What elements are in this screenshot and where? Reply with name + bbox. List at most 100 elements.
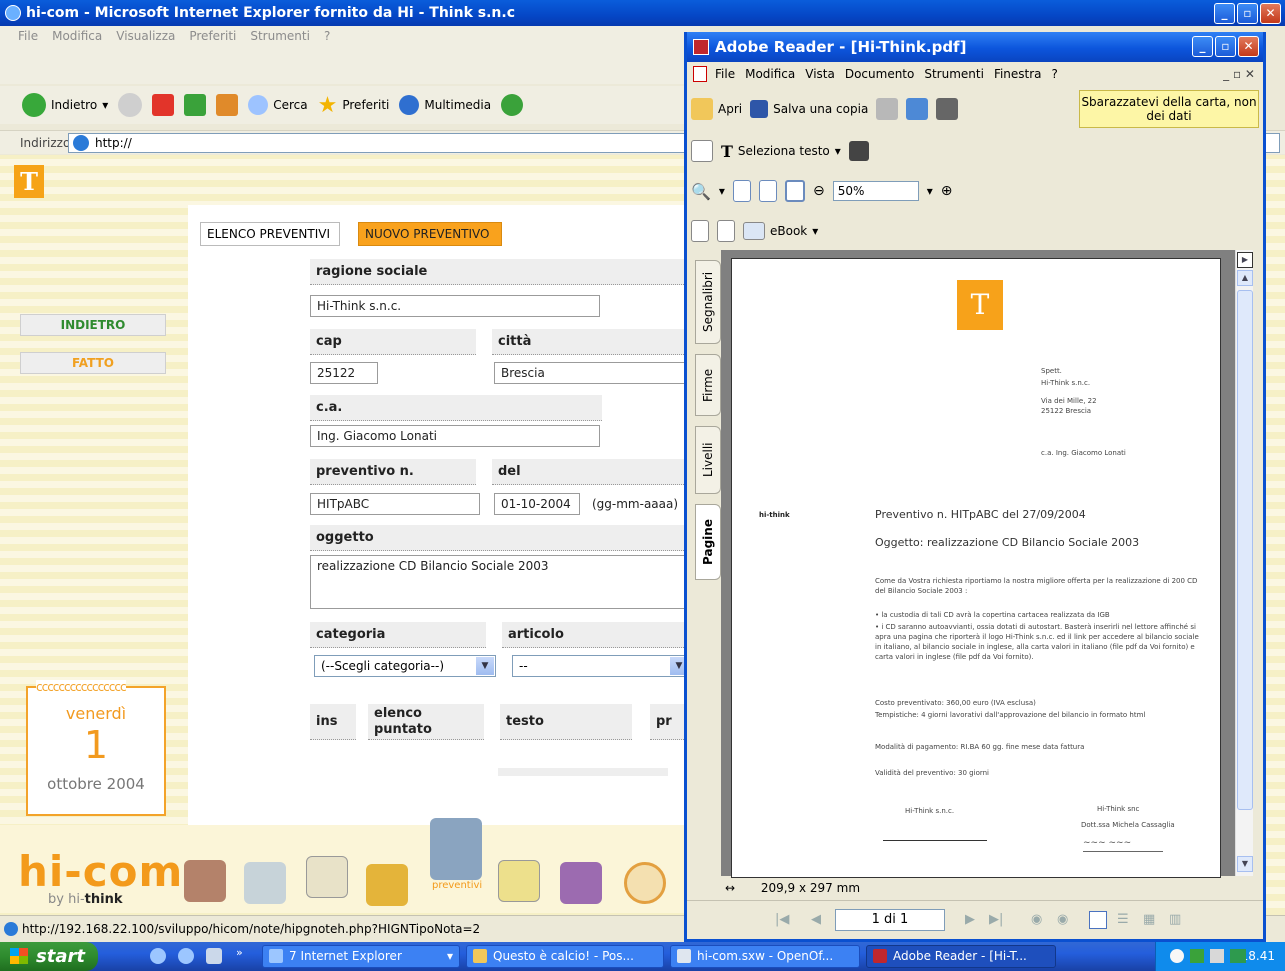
next-page-icon[interactable]: ▶ xyxy=(965,901,975,939)
oggetto-textarea[interactable]: realizzazione CD Bilancio Sociale 2003 xyxy=(310,555,690,609)
articolo-select[interactable]: -- ▼ xyxy=(512,655,690,677)
tray-app-icon[interactable] xyxy=(1230,949,1246,963)
actual-size-icon[interactable] xyxy=(732,180,751,202)
minimize-button[interactable]: _ xyxy=(1214,3,1235,24)
home-icon[interactable] xyxy=(216,94,239,116)
reader-menu-strumenti[interactable]: Strumenti xyxy=(924,62,984,86)
ragione-sociale-input[interactable]: Hi-Think s.n.c. xyxy=(310,295,600,317)
scroll-up-icon[interactable]: ▲ xyxy=(1237,270,1253,286)
reader-maximize-button[interactable]: ▫ xyxy=(1215,36,1236,57)
search-button[interactable]: Cerca xyxy=(248,95,308,115)
save-copy-button[interactable]: Salva una copia xyxy=(750,100,868,118)
media-button[interactable]: Multimedia xyxy=(399,95,491,115)
zoom-dropdown-icon[interactable]: ▾ xyxy=(927,184,933,198)
resize-arrows-icon[interactable]: ↔ xyxy=(721,878,739,898)
reader-minimize-button[interactable]: _ xyxy=(1192,36,1213,57)
reader-menu-finestra[interactable]: Finestra xyxy=(994,62,1042,86)
zoom-input[interactable]: 50% xyxy=(832,181,919,201)
rotate-icon[interactable] xyxy=(691,220,709,242)
tab-livelli[interactable]: Livelli xyxy=(695,426,721,494)
quicklaunch-desktop-icon[interactable] xyxy=(206,948,222,964)
history-icon[interactable] xyxy=(501,94,524,116)
tab-nuovo-preventivo[interactable]: NUOVO PREVENTIVO xyxy=(358,222,502,246)
menu-help[interactable]: ? xyxy=(324,26,330,46)
clock-icon[interactable] xyxy=(624,862,666,904)
ca-input[interactable]: Ing. Giacomo Lonati xyxy=(310,425,600,447)
favorites-button[interactable]: ★ Preferiti xyxy=(318,93,390,118)
citta-input[interactable]: Brescia xyxy=(494,362,690,384)
open-button[interactable]: Apri xyxy=(691,98,742,120)
indietro-button[interactable]: INDIETRO xyxy=(20,314,166,336)
tab-segnalibri[interactable]: Segnalibri xyxy=(695,260,721,344)
doc-window-controls[interactable]: _ ▫ ✕ xyxy=(1223,62,1255,86)
tray-volume-icon[interactable] xyxy=(1210,949,1224,963)
menu-preferiti[interactable]: Preferiti xyxy=(189,26,236,46)
stop-icon[interactable] xyxy=(152,94,175,116)
reader-close-button[interactable]: ✕ xyxy=(1238,36,1259,57)
print-icon[interactable] xyxy=(876,98,899,120)
maximize-button[interactable]: ▫ xyxy=(1237,3,1258,24)
ad-banner[interactable]: Sbarazzatevi della carta, non dei dati xyxy=(1079,90,1259,128)
snapshot-icon[interactable] xyxy=(848,141,869,161)
ht-logo[interactable]: T xyxy=(14,165,44,198)
categoria-select[interactable]: (--Scegli categoria--) ▼ xyxy=(314,655,496,677)
forklift-icon[interactable] xyxy=(366,864,408,906)
menu-modifica[interactable]: Modifica xyxy=(52,26,102,46)
vertical-scrollbar[interactable]: ▶ ▲ ▼ xyxy=(1235,250,1253,876)
notes-icon[interactable] xyxy=(306,856,348,898)
quicklaunch-browser-icon[interactable] xyxy=(178,948,194,964)
prev-page-icon[interactable]: ◀ xyxy=(811,901,821,939)
quicklaunch-ie-icon[interactable] xyxy=(150,948,166,964)
go-back-icon[interactable]: ◉ xyxy=(1031,901,1042,939)
fit-page-icon[interactable] xyxy=(758,180,777,202)
first-page-icon[interactable]: |◀ xyxy=(775,901,789,939)
zoom-out-icon[interactable]: ⊖ xyxy=(813,183,825,199)
fatto-button[interactable]: FATTO xyxy=(20,352,166,374)
single-page-icon[interactable] xyxy=(1089,911,1107,929)
last-page-icon[interactable]: ▶| xyxy=(989,901,1003,939)
continuous-facing-icon[interactable]: ▥ xyxy=(1169,901,1181,939)
reader-menu-file[interactable]: File xyxy=(715,62,735,86)
tab-pagine[interactable]: Pagine xyxy=(695,504,721,580)
preventivo-input[interactable]: HITpABC xyxy=(310,493,480,515)
task-internet-explorer[interactable]: 7 Internet Explorer ▾ xyxy=(262,945,460,968)
facing-icon[interactable]: ▦ xyxy=(1143,901,1155,939)
go-forward-icon[interactable]: ◉ xyxy=(1057,901,1068,939)
tray-arrow-icon[interactable] xyxy=(1170,949,1184,963)
del-input[interactable]: 01-10-2004 xyxy=(494,493,580,515)
rotate-counter-icon[interactable] xyxy=(717,220,735,242)
ebook-button[interactable]: eBook ▾ xyxy=(743,222,818,240)
menu-strumenti[interactable]: Strumenti xyxy=(250,26,310,46)
forward-icon[interactable] xyxy=(118,93,143,117)
task-openoffice[interactable]: hi-com.sxw - OpenOf... xyxy=(670,945,860,968)
page-number-input[interactable]: 1 di 1 xyxy=(835,909,945,931)
binoculars-icon[interactable] xyxy=(936,98,959,120)
reader-menu-modifica[interactable]: Modifica xyxy=(745,62,795,86)
pencil-icon[interactable] xyxy=(560,862,602,904)
clipboard-icon[interactable] xyxy=(498,860,540,902)
menu-file[interactable]: File xyxy=(18,26,38,46)
back-button[interactable]: Indietro ▾ xyxy=(22,93,108,117)
fit-width-icon[interactable] xyxy=(784,180,805,202)
quicklaunch-more-icon[interactable]: » xyxy=(236,946,243,959)
calculator-icon[interactable] xyxy=(430,818,482,880)
start-button[interactable]: start xyxy=(0,942,98,971)
email-icon[interactable] xyxy=(906,98,929,120)
tab-elenco-preventivi[interactable]: ELENCO PREVENTIVI xyxy=(200,222,340,246)
scroll-down-icon[interactable]: ▼ xyxy=(1237,856,1253,872)
scroll-thumb[interactable] xyxy=(1237,290,1253,810)
continuous-icon[interactable]: ☰ xyxy=(1117,901,1129,939)
zoom-in-icon[interactable]: ⊕ xyxy=(941,183,953,199)
task-adobe-reader[interactable]: Adobe Reader - [Hi-T... xyxy=(866,945,1056,968)
reader-menu-vista[interactable]: Vista xyxy=(805,62,835,86)
refresh-icon[interactable] xyxy=(184,94,207,116)
expand-arrow-icon[interactable]: ▶ xyxy=(1237,252,1253,268)
reader-menu-documento[interactable]: Documento xyxy=(845,62,915,86)
documents-icon[interactable] xyxy=(244,862,286,904)
zoom-in-tool-icon[interactable]: 🔍 xyxy=(691,182,711,201)
cap-input[interactable]: 25122 xyxy=(310,362,378,384)
tab-firme[interactable]: Firme xyxy=(695,354,721,416)
hand-tool-icon[interactable] xyxy=(691,140,713,162)
select-text-button[interactable]: T Seleziona testo ▾ xyxy=(721,142,841,161)
tray-network-icon[interactable] xyxy=(1190,949,1204,963)
